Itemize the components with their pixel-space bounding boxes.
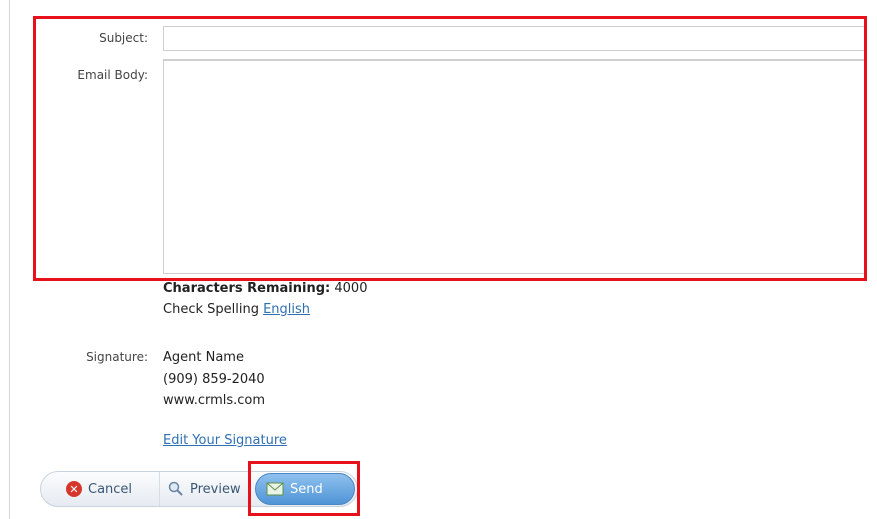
- spellcheck-language-link[interactable]: English: [263, 302, 310, 317]
- preview-button-label: Preview: [190, 481, 241, 497]
- send-button-label: Send: [290, 481, 323, 497]
- edit-signature-link[interactable]: Edit Your Signature: [163, 433, 287, 448]
- characters-remaining: Characters Remaining: 4000: [163, 281, 367, 296]
- email-body-label: Email Body:: [77, 68, 148, 82]
- action-toolbar: ✕ Cancel Preview Send: [40, 471, 360, 509]
- subject-label: Subject:: [99, 31, 148, 45]
- email-body-textarea[interactable]: [163, 59, 865, 274]
- check-spelling-row: Check Spelling English: [163, 302, 310, 317]
- signature-line-phone: (909) 859-2040: [163, 372, 265, 387]
- subject-input[interactable]: [163, 26, 865, 51]
- check-spelling-label: Check Spelling: [163, 302, 259, 317]
- signature-line-website: www.crmls.com: [163, 393, 266, 408]
- characters-remaining-label: Characters Remaining:: [163, 281, 331, 296]
- preview-icon: [168, 481, 183, 496]
- button-group: ✕ Cancel Preview Send: [40, 471, 358, 507]
- preview-button[interactable]: Preview: [159, 472, 254, 506]
- signature-line-name: Agent Name: [163, 350, 244, 365]
- send-button[interactable]: Send: [255, 473, 355, 505]
- send-email-icon: [266, 482, 284, 496]
- cancel-button-label: Cancel: [88, 481, 133, 497]
- signature-label: Signature:: [86, 350, 148, 364]
- cancel-icon: ✕: [66, 481, 82, 497]
- characters-remaining-value: 4000: [334, 281, 368, 296]
- left-border: [9, 0, 10, 519]
